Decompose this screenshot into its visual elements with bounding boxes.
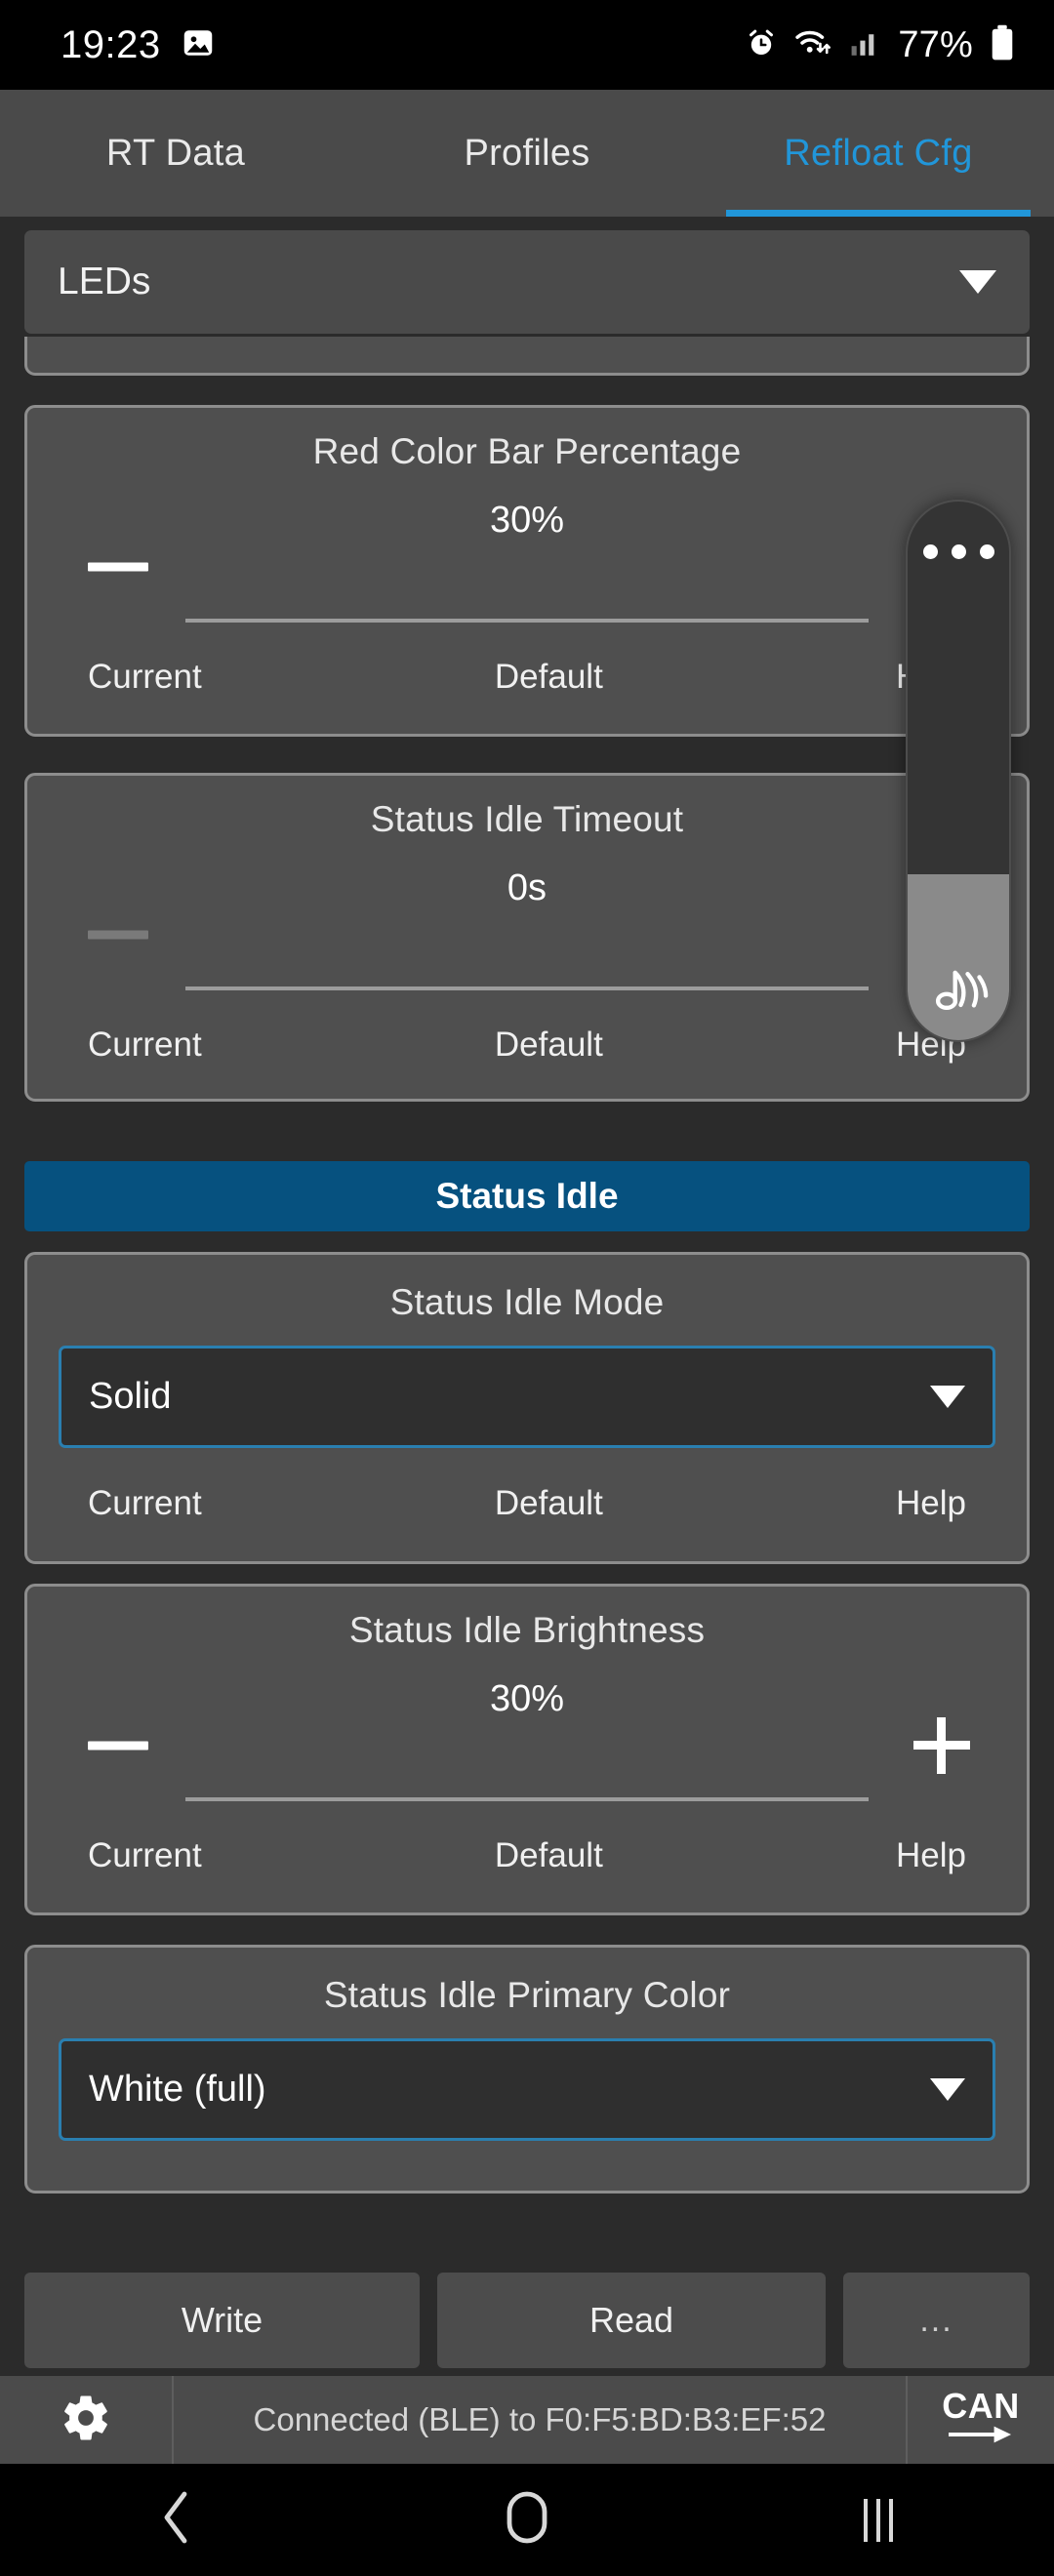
card-title: Red Color Bar Percentage	[312, 431, 742, 471]
chevron-down-icon	[930, 1386, 965, 1408]
setting-card-red-color-bar-percentage: Red Color Bar Percentage 30% Current Def…	[24, 405, 1030, 737]
status-bar-system-icons: 77%	[745, 24, 1015, 66]
nav-recents-button[interactable]	[703, 2498, 1054, 2542]
main-tab-bar: RT Data Profiles Refloat Cfg	[0, 90, 1054, 217]
card-title: Status Idle Mode	[389, 1282, 665, 1322]
alarm-icon	[745, 26, 778, 64]
card-actions-row: Current Default Help	[27, 658, 1027, 697]
setting-card-status-idle-brightness: Status Idle Brightness 30% Current Defau…	[24, 1584, 1030, 1915]
slider-rail[interactable]	[185, 619, 869, 623]
decrement-button[interactable]	[88, 562, 148, 572]
slider-control[interactable]: 30%	[27, 1672, 1027, 1819]
image-icon	[181, 25, 216, 65]
android-navigation-bar	[0, 2464, 1054, 2576]
config-section-value: LEDs	[58, 261, 151, 302]
increment-button[interactable]	[913, 1717, 970, 1774]
tab-label: RT Data	[105, 132, 246, 174]
section-header-status-idle-visible: Status Idle	[24, 1161, 1030, 1231]
write-button-label: Write	[181, 2300, 264, 2340]
decrement-button[interactable]	[88, 930, 148, 940]
tab-label: Profiles	[464, 132, 590, 174]
card-actions-row: Current Default Help	[27, 1026, 1027, 1065]
card-title: Status Idle Brightness	[348, 1610, 706, 1650]
status-bar-notification-icons	[181, 25, 216, 65]
volume-slider-overlay[interactable]	[906, 500, 1011, 1042]
gear-icon	[60, 2392, 112, 2449]
connection-status-bar: Connected (BLE) to F0:F5:BD:B3:EF:52 CAN	[0, 2376, 1054, 2464]
status-idle-mode-value: Solid	[89, 1376, 172, 1417]
can-forward-button[interactable]: CAN	[908, 2376, 1054, 2464]
slider-control[interactable]: 0s	[27, 862, 1027, 1008]
decrement-button[interactable]	[88, 1741, 148, 1751]
action-button-bar: Write Read ...	[0, 2264, 1054, 2377]
phone-screen: 19:23 77% RT Data Profiles Refloat Cfg L…	[0, 0, 1054, 2576]
tab-rt-data[interactable]: RT Data	[0, 90, 351, 217]
recents-icon	[864, 2498, 893, 2542]
nav-back-button[interactable]	[0, 2488, 351, 2552]
more-options-button[interactable]: ...	[843, 2273, 1030, 2368]
system-status-bar: 19:23 77%	[0, 0, 1054, 90]
read-button[interactable]: Read	[437, 2273, 826, 2368]
default-button[interactable]: Default	[202, 1836, 896, 1875]
help-button[interactable]: Help	[896, 1836, 966, 1875]
more-options-label: ...	[919, 2301, 953, 2339]
slider-rail[interactable]	[185, 1797, 869, 1801]
write-button[interactable]: Write	[24, 2273, 420, 2368]
tab-label: Refloat Cfg	[784, 132, 973, 174]
arrow-right-icon	[949, 2424, 1013, 2450]
status-idle-primary-color-select[interactable]: White (full)	[59, 2038, 995, 2141]
can-label: CAN	[942, 2386, 1020, 2427]
card-actions-row: Current Default Help	[27, 1484, 1027, 1523]
status-idle-primary-color-value: White (full)	[89, 2069, 266, 2110]
music-note-icon[interactable]	[908, 958, 1009, 1019]
settings-button[interactable]	[0, 2376, 174, 2464]
setting-card-status-idle-mode: Status Idle Mode Solid Current Default H…	[24, 1252, 1030, 1564]
help-button[interactable]: Help	[896, 1484, 966, 1523]
card-clipped-above	[24, 337, 1030, 376]
default-button[interactable]: Default	[202, 1026, 896, 1065]
read-button-label: Read	[588, 2300, 674, 2340]
status-bar-clock: 19:23	[61, 22, 161, 66]
back-icon	[155, 2488, 196, 2552]
chevron-down-icon	[959, 270, 996, 294]
more-dots-icon[interactable]	[908, 544, 1009, 559]
status-idle-mode-select[interactable]: Solid	[59, 1346, 995, 1448]
default-button[interactable]: Default	[202, 658, 896, 697]
current-button[interactable]: Current	[88, 1836, 202, 1875]
slider-rail[interactable]	[185, 986, 869, 990]
connection-status-text: Connected (BLE) to F0:F5:BD:B3:EF:52	[174, 2376, 908, 2464]
config-section-select[interactable]: LEDs	[24, 230, 1030, 334]
card-actions-row: Current Default Help	[27, 1836, 1027, 1875]
slider-value: 0s	[507, 867, 547, 908]
slider-value: 30%	[489, 500, 565, 541]
nav-home-button[interactable]	[351, 2490, 703, 2550]
setting-card-status-idle-timeout: Status Idle Timeout 0s Current Default H…	[24, 773, 1030, 1102]
battery-icon	[990, 24, 1015, 66]
home-icon	[506, 2490, 548, 2550]
tab-refloat-cfg[interactable]: Refloat Cfg	[703, 90, 1054, 217]
section-header-label: Status Idle	[435, 1176, 619, 1216]
signal-icon	[850, 28, 881, 62]
battery-percent-label: 77%	[898, 23, 973, 65]
slider-control[interactable]: 30%	[27, 494, 1027, 640]
chevron-down-icon	[930, 2078, 965, 2101]
current-button[interactable]: Current	[88, 1026, 202, 1065]
default-button[interactable]: Default	[202, 1484, 896, 1523]
tab-profiles[interactable]: Profiles	[351, 90, 703, 217]
card-title: Status Idle Timeout	[370, 799, 684, 839]
wifi-icon	[794, 26, 833, 64]
slider-value: 30%	[489, 1678, 565, 1719]
card-title: Status Idle Primary Color	[323, 1975, 731, 2015]
setting-card-status-idle-primary-color: Status Idle Primary Color White (full)	[24, 1945, 1030, 2194]
settings-scroll-area[interactable]: Red Color Bar Percentage 30% Current Def…	[0, 337, 1054, 2220]
current-button[interactable]: Current	[88, 1484, 202, 1523]
current-button[interactable]: Current	[88, 658, 202, 697]
